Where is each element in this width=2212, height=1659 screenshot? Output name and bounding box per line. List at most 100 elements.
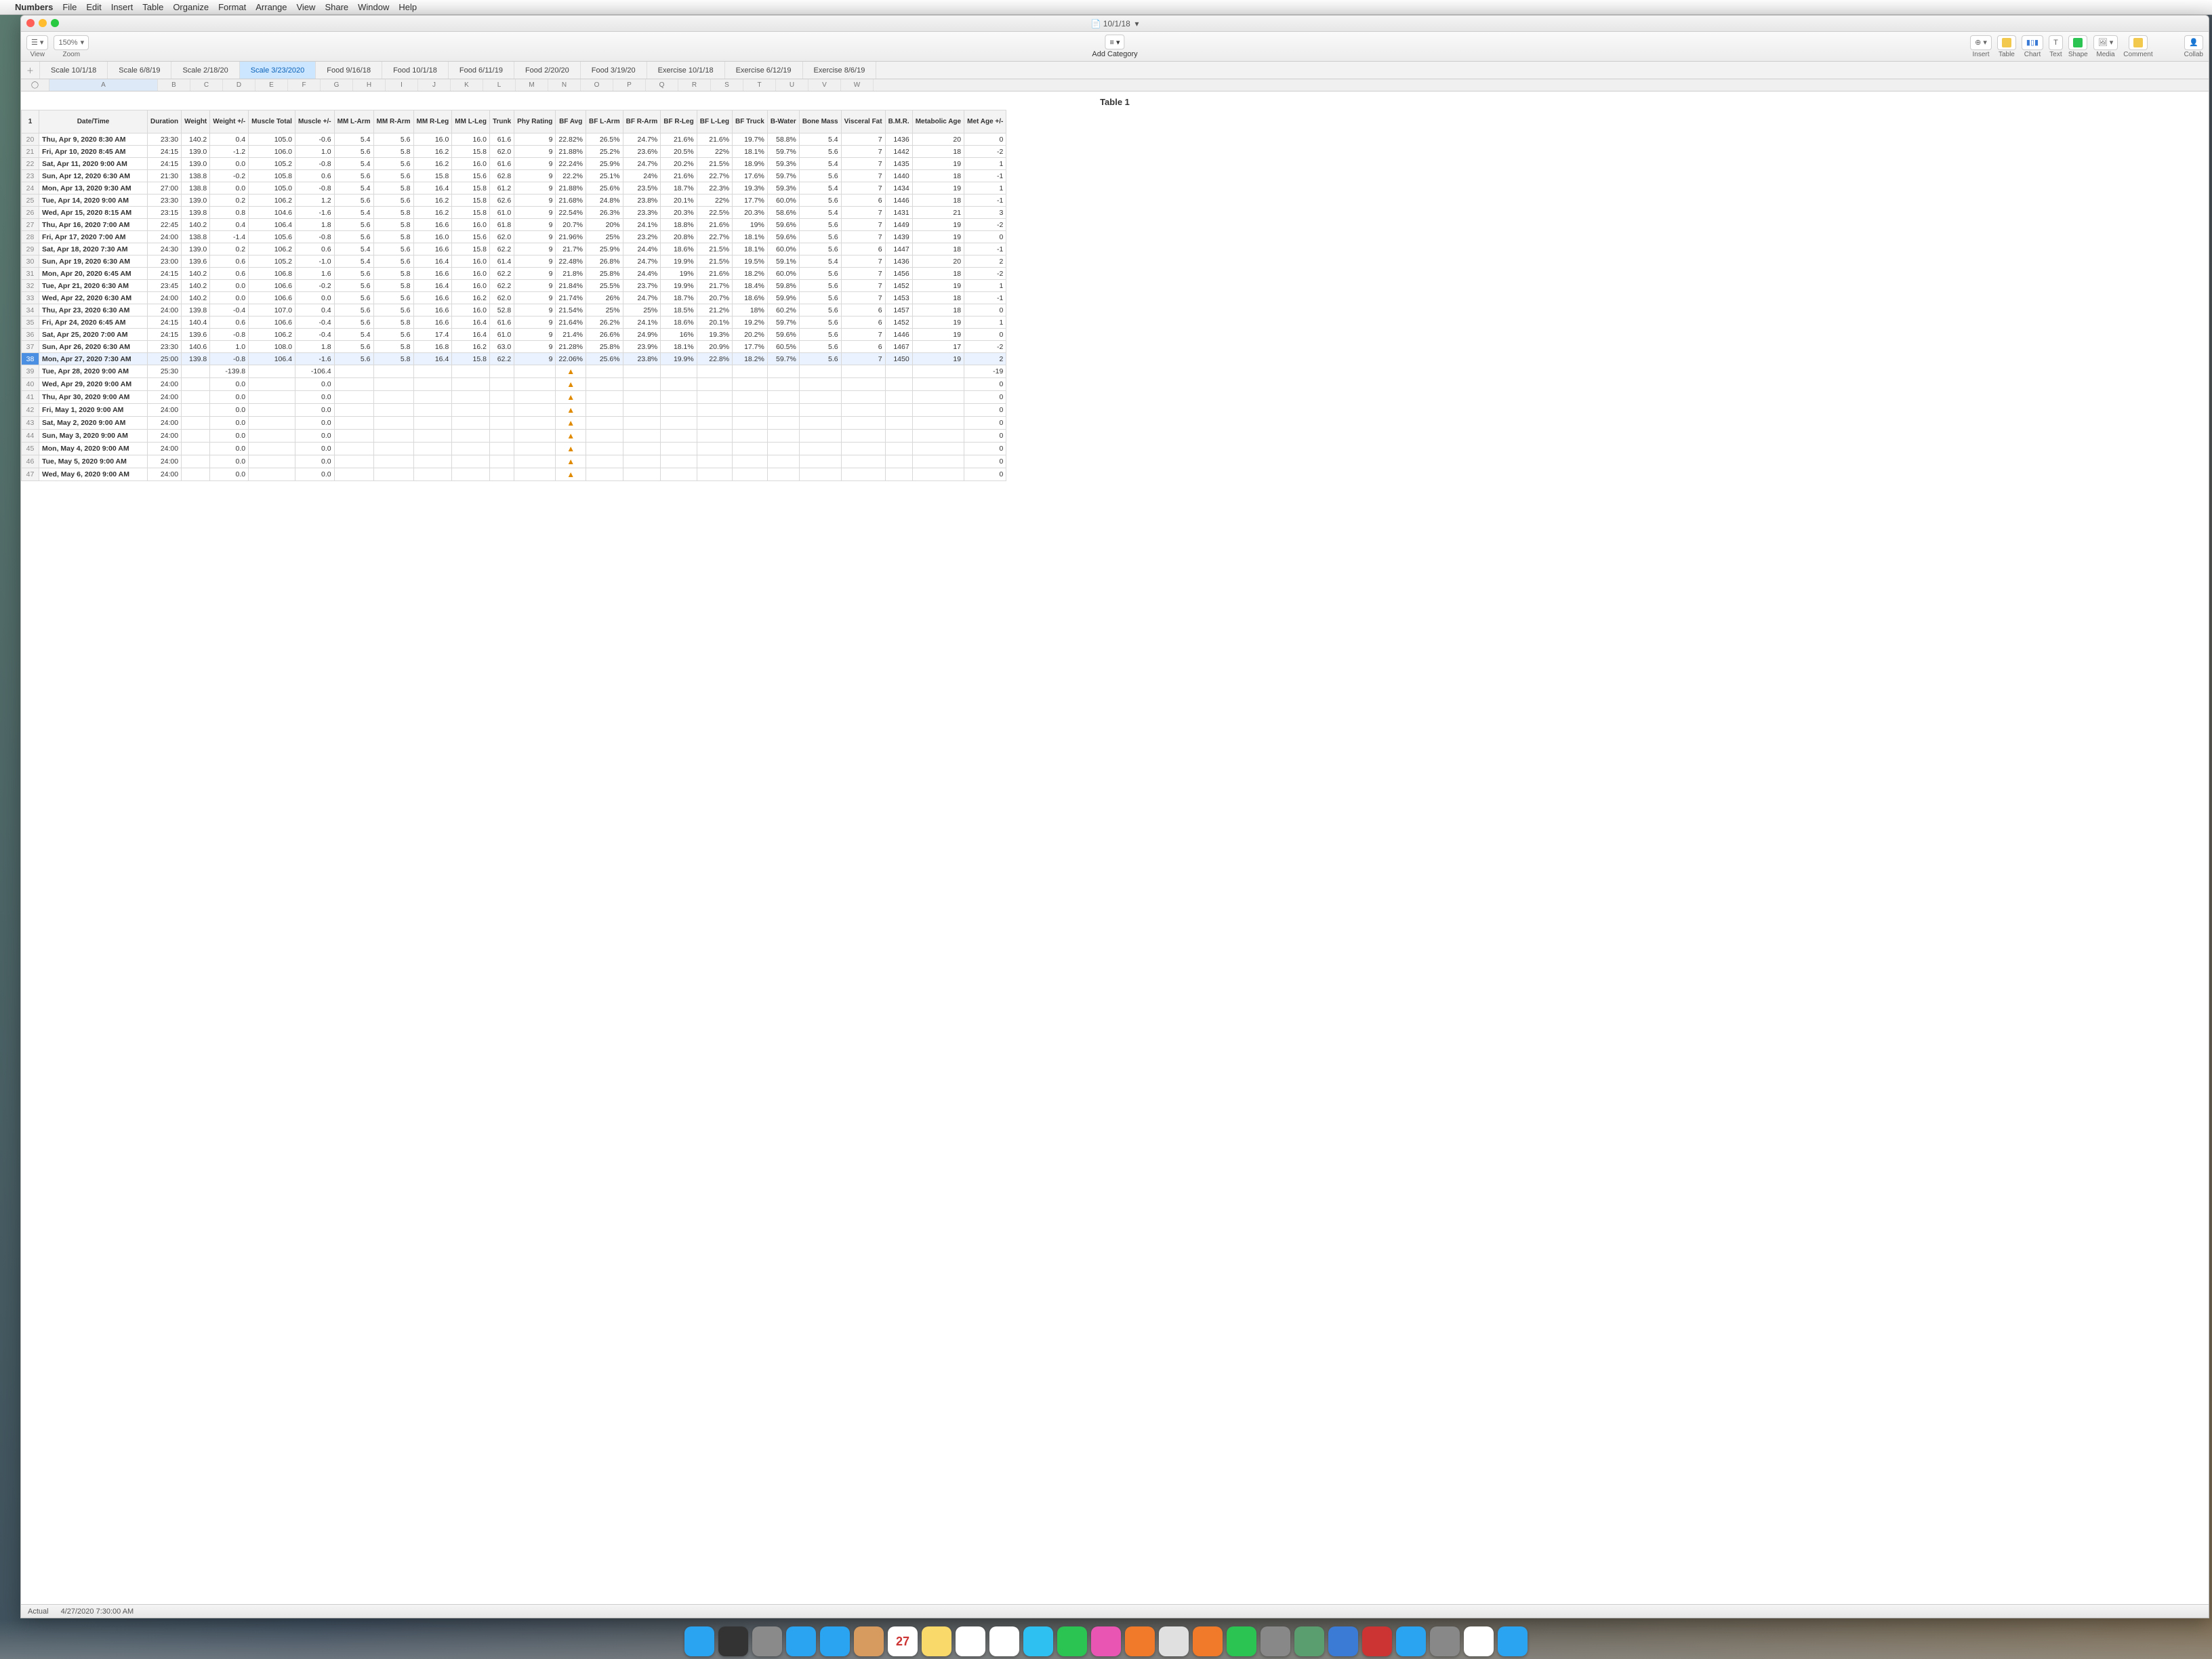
cell[interactable] [885, 468, 912, 481]
cell[interactable]: 9 [514, 134, 556, 146]
cell[interactable]: 9 [514, 304, 556, 316]
sheet-tab[interactable]: Scale 6/8/19 [108, 62, 171, 79]
cell[interactable]: 106.4 [249, 219, 295, 231]
cell[interactable]: 7 [841, 146, 885, 158]
cell[interactable]: 138.8 [182, 182, 210, 194]
cell[interactable] [767, 430, 799, 443]
cell[interactable] [623, 365, 661, 378]
cell[interactable]: 7 [841, 353, 885, 365]
data-table[interactable]: 1Date/TimeDurationWeightWeight +/-Muscle… [21, 110, 1006, 481]
cell[interactable]: Sun, Apr 12, 2020 6:30 AM [39, 170, 148, 182]
cell[interactable] [733, 430, 768, 443]
cell[interactable]: 24:00 [148, 391, 182, 404]
cell[interactable]: 5.6 [799, 146, 841, 158]
cell[interactable]: Mon, May 4, 2020 9:00 AM [39, 443, 148, 455]
cell[interactable] [661, 443, 697, 455]
column-header[interactable]: Weight [182, 110, 210, 134]
cell[interactable]: 23.3% [623, 207, 661, 219]
cell[interactable]: 2 [964, 353, 1006, 365]
cell[interactable]: 24:00 [148, 404, 182, 417]
cell[interactable]: 18 [912, 146, 964, 158]
cell[interactable] [733, 443, 768, 455]
cell[interactable]: 0.0 [295, 417, 334, 430]
cell[interactable]: 3 [964, 207, 1006, 219]
dock-facetime-icon[interactable] [1057, 1626, 1087, 1656]
cell[interactable]: 22% [697, 194, 732, 207]
cell[interactable]: 9 [514, 316, 556, 329]
spreadsheet-body[interactable]: Table 1 1Date/TimeDurationWeightWeight +… [21, 91, 2209, 1604]
cell[interactable]: 16.4 [413, 353, 452, 365]
table-row[interactable]: 29Sat, Apr 18, 2020 7:30 AM24:30139.00.2… [22, 243, 1006, 255]
cell[interactable]: 108.0 [249, 341, 295, 353]
col-header[interactable]: Q [646, 79, 678, 91]
view-button[interactable]: ☰ ▾ [26, 35, 48, 50]
cell[interactable]: 1440 [885, 170, 912, 182]
cell[interactable]: -1 [964, 170, 1006, 182]
cell[interactable]: 19 [912, 182, 964, 194]
dock-app4-icon[interactable] [1464, 1626, 1494, 1656]
cell[interactable]: 5.6 [373, 134, 413, 146]
cell[interactable] [623, 417, 661, 430]
cell[interactable]: 23:15 [148, 207, 182, 219]
cell[interactable] [373, 378, 413, 391]
cell[interactable]: 60.5% [767, 341, 799, 353]
cell[interactable]: 17.7% [733, 341, 768, 353]
cell[interactable]: 106.2 [249, 194, 295, 207]
text-button[interactable]: T [2049, 35, 2063, 50]
cell[interactable]: 59.9% [767, 292, 799, 304]
cell[interactable] [334, 455, 373, 468]
cell[interactable] [182, 468, 210, 481]
cell[interactable]: 23:30 [148, 341, 182, 353]
cell[interactable]: 5.8 [373, 231, 413, 243]
col-header[interactable]: M [516, 79, 548, 91]
cell[interactable]: 16.2 [452, 341, 490, 353]
cell[interactable] [452, 404, 490, 417]
cell[interactable] [733, 378, 768, 391]
cell[interactable]: Thu, Apr 30, 2020 9:00 AM [39, 391, 148, 404]
cell[interactable] [586, 468, 623, 481]
cell[interactable]: 20.7% [697, 292, 732, 304]
cell[interactable]: 16.6 [413, 292, 452, 304]
cell[interactable]: 59.3% [767, 182, 799, 194]
cell[interactable]: 19 [912, 353, 964, 365]
cell[interactable] [413, 455, 452, 468]
cell[interactable] [452, 391, 490, 404]
cell[interactable]: 21.6% [661, 170, 697, 182]
column-header[interactable]: B.M.R. [885, 110, 912, 134]
cell[interactable]: 16.6 [413, 316, 452, 329]
cell[interactable]: 21.6% [661, 134, 697, 146]
cell[interactable]: 16.0 [413, 231, 452, 243]
cell[interactable]: 18 [912, 170, 964, 182]
cell[interactable]: 16.6 [413, 304, 452, 316]
cell[interactable] [514, 365, 556, 378]
cell[interactable]: 5.4 [799, 255, 841, 268]
cell[interactable]: Thu, Apr 23, 2020 6:30 AM [39, 304, 148, 316]
cell[interactable] [841, 455, 885, 468]
cell[interactable]: 23.9% [623, 341, 661, 353]
col-header[interactable]: B [158, 79, 190, 91]
cell[interactable]: 1447 [885, 243, 912, 255]
dock-calendar-icon[interactable]: 27 [888, 1626, 918, 1656]
cell[interactable]: 25:00 [148, 353, 182, 365]
column-header[interactable]: BF Truck [733, 110, 768, 134]
minimize-icon[interactable] [39, 19, 47, 27]
column-header[interactable]: Muscle Total [249, 110, 295, 134]
col-header[interactable]: K [451, 79, 483, 91]
column-header[interactable]: BF R-Leg [661, 110, 697, 134]
cell[interactable]: 61.8 [489, 219, 514, 231]
cell[interactable]: 18.1% [733, 231, 768, 243]
shape-button[interactable] [2068, 35, 2087, 50]
cell[interactable] [661, 378, 697, 391]
cell[interactable] [912, 391, 964, 404]
cell[interactable]: Sun, May 3, 2020 9:00 AM [39, 430, 148, 443]
cell[interactable]: Thu, Apr 16, 2020 7:00 AM [39, 219, 148, 231]
cell[interactable] [586, 391, 623, 404]
cell[interactable] [733, 365, 768, 378]
cell[interactable]: 5.6 [799, 353, 841, 365]
column-header[interactable]: BF R-Arm [623, 110, 661, 134]
cell[interactable]: 19 [912, 329, 964, 341]
cell[interactable]: 5.8 [373, 353, 413, 365]
cell[interactable]: 22.8% [697, 353, 732, 365]
cell[interactable] [733, 404, 768, 417]
cell[interactable] [452, 378, 490, 391]
